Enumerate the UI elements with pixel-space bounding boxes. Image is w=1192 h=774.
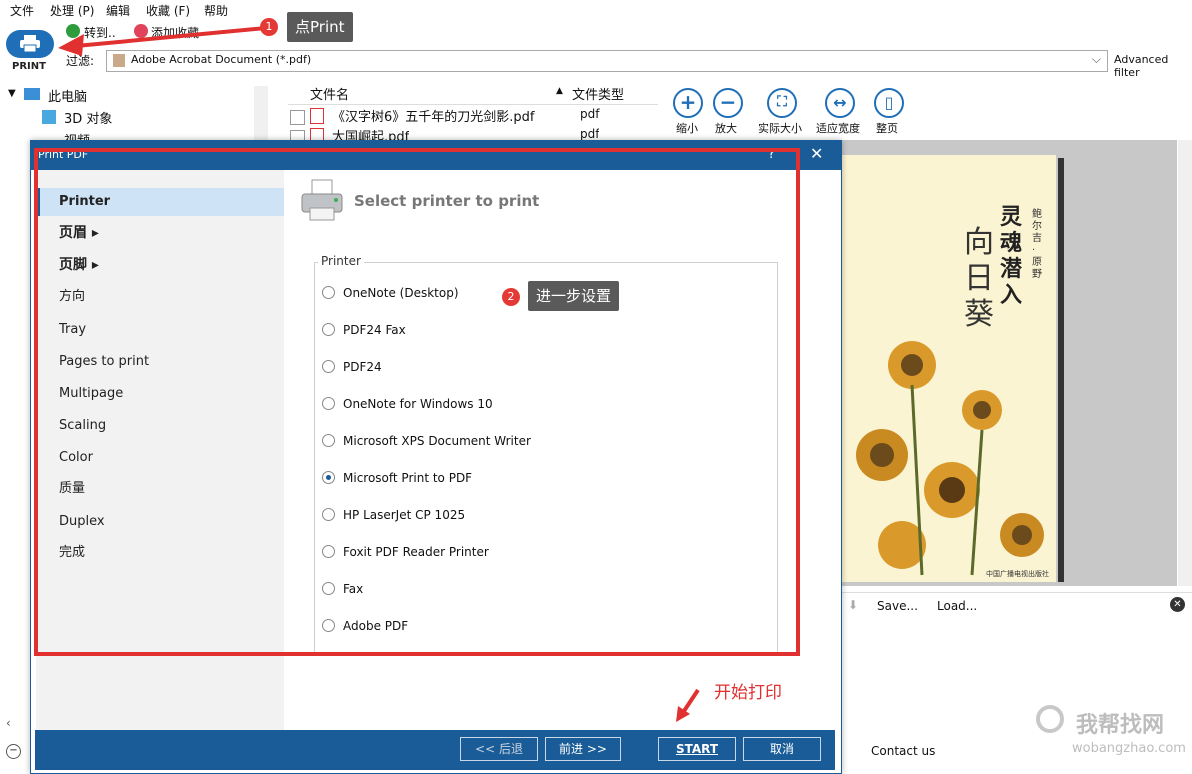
book-cover: 灵魂潜入 向日葵 鲍尔吉·原野 中国广播电视出版社	[842, 155, 1056, 582]
watermark-url: wobangzhao.com	[1072, 741, 1186, 756]
print-label: PRINT	[12, 61, 46, 72]
column-filetype[interactable]: 文件类型	[572, 84, 624, 103]
full-page-button[interactable]: ▯	[874, 88, 904, 118]
collapse-icon[interactable]: −	[6, 744, 21, 759]
next-button[interactable]: 前进 >>	[545, 737, 621, 761]
download-icon: ⬇	[848, 598, 859, 612]
sort-asc-icon: ▲	[556, 86, 563, 96]
watermark-text: 我帮找网	[1076, 713, 1165, 738]
start-button[interactable]: START	[658, 737, 736, 761]
menu-file[interactable]: 文件	[10, 2, 34, 19]
file-list-header: 文件名 ▲ 文件类型	[288, 84, 658, 105]
tree-item-this-pc[interactable]: 此电脑	[48, 86, 87, 105]
actual-size-label: 实际大小	[758, 122, 802, 135]
file-name[interactable]: 大国崛起.pdf	[332, 126, 409, 140]
tree-scrollbar[interactable]	[254, 86, 268, 142]
annotation-tip-2: 进一步设置	[528, 281, 620, 311]
magnifier-icon	[1036, 705, 1064, 733]
file-type: pdf	[580, 107, 600, 121]
load-button[interactable]: Load...	[937, 599, 977, 613]
zoom-in-label: 放大	[715, 122, 737, 135]
cancel-button[interactable]: 取消	[743, 737, 821, 761]
print-button[interactable]	[6, 30, 54, 58]
book-author: 鲍尔吉·原野	[1032, 209, 1042, 280]
file-name[interactable]: 《汉字树6》五千年的刀光剑影.pdf	[332, 106, 534, 125]
dialog-footer: << 后退 前进 >> START 取消	[35, 730, 835, 770]
advanced-filter-button[interactable]: Advanced filter	[1114, 53, 1192, 79]
watermark: 我帮找网 wobangzhao.com	[1036, 705, 1192, 761]
tree-item-3d-objects[interactable]: 3D 对象	[64, 108, 112, 127]
annotation-highlight-box	[34, 148, 800, 656]
file-type: pdf	[580, 127, 600, 140]
computer-icon	[24, 88, 40, 100]
menu-edit[interactable]: 编辑	[106, 2, 130, 19]
zoom-out-label: 缩小	[676, 122, 698, 135]
close-icon[interactable]: ✕	[1170, 597, 1185, 612]
fit-width-label: 适应宽度	[816, 122, 860, 135]
row-checkbox[interactable]	[290, 110, 305, 125]
book-publisher: 中国广播电视出版社	[986, 570, 1049, 578]
menu-process[interactable]: 处理 (P)	[50, 2, 94, 19]
annotation-arrow	[676, 688, 700, 722]
actual-size-button[interactable]: ⛶	[767, 88, 797, 118]
annotation-arrow	[58, 26, 267, 56]
menu-bar: 文件 处理 (P) 编辑 收藏 (F) 帮助	[0, 0, 1192, 20]
3d-objects-icon	[42, 110, 56, 124]
menu-help[interactable]: 帮助	[204, 2, 228, 19]
printer-icon	[20, 35, 40, 53]
folder-tree: ▼ 此电脑 3D 对象 视频	[0, 84, 270, 149]
step-badge-1: 1	[260, 18, 278, 36]
annotation-tip-1: 点Print	[287, 12, 353, 42]
step-badge-2: 2	[502, 288, 520, 306]
contact-link[interactable]: Contact us	[871, 744, 935, 758]
page-shadow	[1058, 158, 1064, 582]
annotation-start-note: 开始打印	[714, 683, 782, 703]
close-icon[interactable]: ✕	[810, 144, 823, 163]
back-button[interactable]: << 后退	[460, 737, 538, 761]
menu-favorites[interactable]: 收藏 (F)	[146, 2, 190, 19]
column-filename[interactable]: 文件名	[310, 84, 349, 103]
save-button[interactable]: Save...	[877, 599, 918, 613]
fit-width-button[interactable]: ↔	[825, 88, 855, 118]
pdf-file-icon	[310, 108, 324, 124]
zoom-in-button[interactable]: −	[713, 88, 743, 118]
zoom-out-button[interactable]: +	[673, 88, 703, 118]
chevron-down-icon: ⌵	[1091, 52, 1101, 66]
preview-scrollbar[interactable]	[1178, 140, 1192, 586]
full-page-label: 整页	[876, 122, 898, 135]
save-load-bar: ⬇ Save... Load... ✕	[840, 592, 1192, 619]
book-title-2: 向日葵	[964, 225, 994, 332]
scroll-left-icon[interactable]: ‹	[6, 716, 11, 730]
book-title: 灵魂潜入	[1000, 205, 1023, 308]
expand-icon[interactable]: ▼	[8, 88, 16, 99]
